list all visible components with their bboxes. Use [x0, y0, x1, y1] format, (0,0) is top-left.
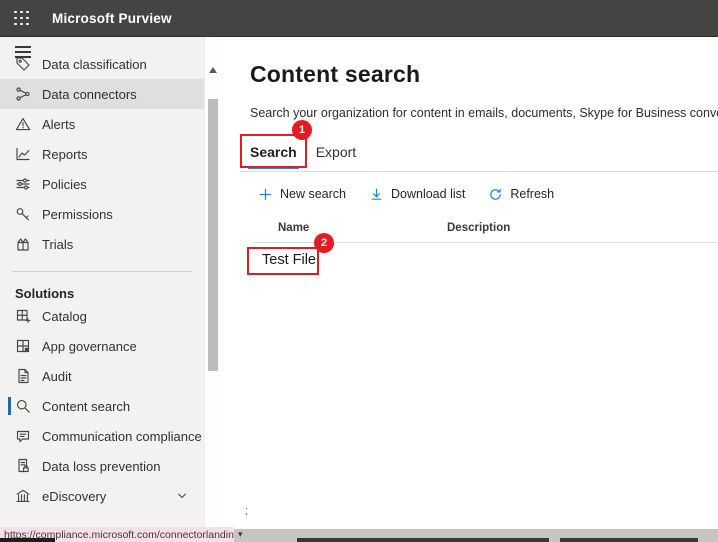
chat-bubble-icon — [15, 428, 31, 444]
document-icon — [15, 368, 31, 384]
annotation-box-test-file — [247, 247, 319, 275]
app-launcher-waffle-icon[interactable] — [14, 11, 29, 26]
download-icon — [369, 187, 384, 202]
tab-export[interactable]: Export — [316, 139, 356, 171]
sidebar-item-policies[interactable]: Policies — [0, 169, 204, 199]
line-chart-icon — [15, 146, 31, 162]
page-title: Content search — [250, 61, 420, 88]
sidebar-item-catalog[interactable]: Catalog — [0, 301, 204, 331]
sidebar-item-label: Trials — [42, 237, 73, 252]
download-list-label: Download list — [391, 187, 465, 201]
new-search-label: New search — [280, 187, 346, 201]
column-header-description[interactable]: Description — [447, 222, 510, 234]
sidebar-item-label: Audit — [42, 369, 72, 384]
plus-icon — [258, 187, 273, 202]
sidebar-item-permissions[interactable]: Permissions — [0, 199, 204, 229]
refresh-label: Refresh — [510, 187, 554, 201]
tag-icon — [15, 58, 31, 72]
new-search-button[interactable]: New search — [258, 187, 346, 202]
bottom-edge-segment — [297, 538, 549, 542]
column-header-name[interactable]: Name — [278, 222, 309, 234]
sidebar-item-label: App governance — [42, 339, 137, 354]
app-top-bar: Microsoft Purview — [0, 0, 718, 37]
sidebar-item-reports[interactable]: Reports — [0, 139, 204, 169]
tab-bar-divider — [240, 171, 718, 172]
sidebar-item-trials[interactable]: Trials — [0, 229, 204, 259]
sidebar-item-app-governance[interactable]: App governance — [0, 331, 204, 361]
sidebar-item-audit[interactable]: Audit — [0, 361, 204, 391]
app-title: Microsoft Purview — [52, 11, 172, 26]
grid-plus-icon — [15, 308, 31, 324]
sidebar-section-header: Solutions — [0, 272, 204, 296]
sidebar-item-label: Permissions — [42, 207, 113, 222]
bottom-edge-segment — [560, 538, 698, 542]
sidebar-item-label: Policies — [42, 177, 87, 192]
page-description: Search your organization for content in … — [250, 106, 718, 120]
annotation-badge-1: 1 — [292, 120, 312, 140]
download-list-button[interactable]: Download list — [369, 187, 465, 202]
stray-text: ; — [245, 505, 248, 517]
annotation-badge-2: 2 — [314, 233, 334, 253]
sidebar-item-label: Data loss prevention — [42, 459, 161, 474]
sidebar-item-alerts[interactable]: Alerts — [0, 109, 204, 139]
sidebar-item-label: Catalog — [42, 309, 87, 324]
command-bar: New search Download list Refresh — [258, 183, 554, 205]
chevron-down-icon[interactable] — [176, 490, 188, 502]
document-lock-icon — [15, 458, 31, 474]
sidebar-item-label: Data classification — [42, 58, 147, 72]
sidebar-nav-list: Data classification Data connectors Aler… — [0, 58, 204, 528]
search-icon — [15, 398, 31, 414]
main-content: Content search Search your organization … — [220, 37, 718, 528]
left-navigation-sidebar: Data classification Data connectors Aler… — [0, 37, 204, 528]
sidebar-item-label: Reports — [42, 147, 88, 162]
scrollbar-up-arrow-icon[interactable] — [209, 67, 217, 73]
sidebar-scrollbar[interactable] — [204, 37, 220, 528]
sidebar-item-data-connectors[interactable]: Data connectors — [0, 79, 204, 109]
sidebar-item-label: Alerts — [42, 117, 75, 132]
scrollbar-thumb[interactable] — [208, 99, 218, 371]
purview-window: Microsoft Purview Data classification Da… — [0, 0, 718, 542]
refresh-icon — [488, 187, 503, 202]
connectors-icon — [15, 86, 31, 102]
sidebar-item-label: Data connectors — [42, 87, 137, 102]
sidebar-item-data-loss-prevention[interactable]: Data loss prevention — [0, 451, 204, 481]
sidebar-item-label: Communication compliance — [42, 429, 202, 444]
sidebar-item-content-search[interactable]: Content search — [0, 391, 204, 421]
sidebar-item-label: Content search — [42, 399, 130, 414]
sidebar-item-label: eDiscovery — [42, 489, 106, 504]
bottom-edge-segment — [0, 538, 55, 542]
sidebar-item-data-classification[interactable]: Data classification — [0, 58, 204, 79]
key-icon — [15, 206, 31, 222]
bank-building-icon — [15, 488, 31, 504]
gift-icon — [15, 236, 31, 252]
refresh-button[interactable]: Refresh — [488, 187, 554, 202]
grid-apps-icon — [15, 338, 31, 354]
sidebar-item-communication-compliance[interactable]: Communication compliance — [0, 421, 204, 451]
status-caret-icon: ▾ — [238, 529, 243, 540]
sidebar-item-ediscovery[interactable]: eDiscovery — [0, 481, 204, 511]
warning-triangle-icon — [15, 116, 31, 132]
sliders-icon — [15, 176, 31, 192]
